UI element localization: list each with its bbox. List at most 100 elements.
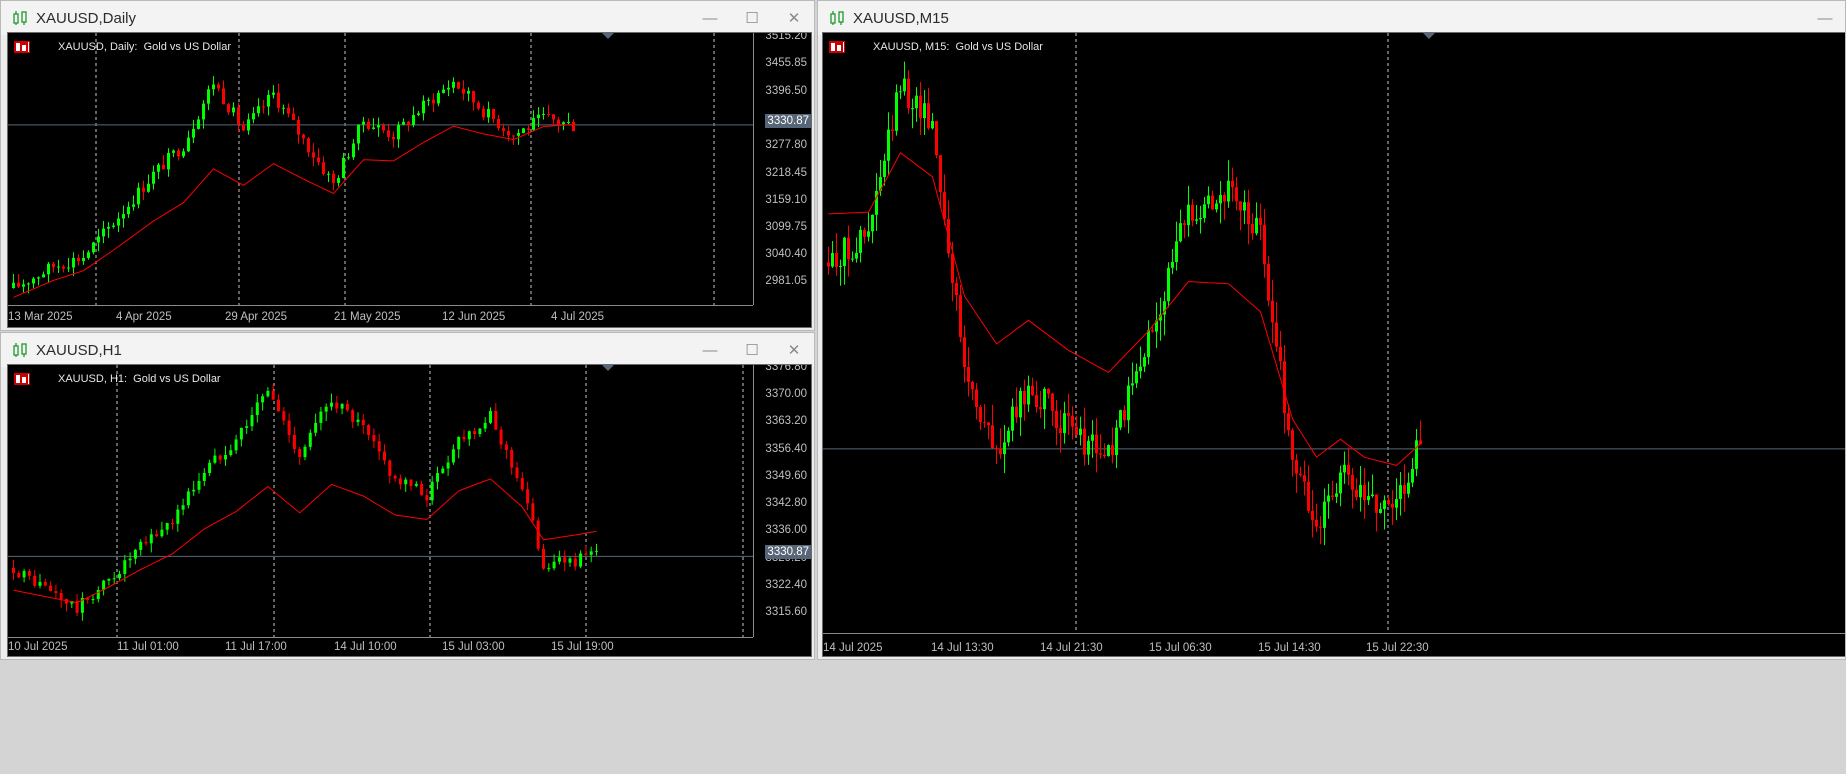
candle-body [47, 263, 50, 275]
candle-body [1027, 385, 1030, 405]
candle-body [863, 229, 866, 237]
window-titlebar[interactable]: XAUUSD,Daily — ☐ ✕ [1, 1, 814, 35]
time-tick: 29 Apr 2025 [225, 311, 288, 323]
candle-body [887, 129, 890, 161]
candle-body [17, 282, 20, 287]
candle-body [557, 557, 561, 562]
candle-body [432, 99, 435, 104]
window-m15[interactable]: XAUUSD,M15 — XAUUSD, M15: Gold vs US Dol… [817, 0, 1846, 660]
candle-body [1131, 383, 1134, 386]
chart-canvas[interactable]: XAUUSD, H1: Gold vs US Dollar 3376.80 33… [7, 364, 812, 657]
candle-body [520, 478, 524, 490]
candle-body [1223, 194, 1226, 202]
candle-body [843, 237, 846, 267]
candle-body [287, 420, 291, 435]
candle-body [959, 295, 962, 338]
time-tick: 15 Jul 06:30 [1149, 642, 1212, 654]
candle-body [1379, 509, 1382, 513]
minimize-button[interactable]: — [700, 8, 720, 28]
candle-body [372, 434, 376, 442]
candle-body [531, 503, 535, 521]
candle-body [186, 491, 190, 506]
shift-marker-icon[interactable] [602, 33, 614, 39]
time-tick: 13 Mar 2025 [8, 311, 73, 323]
candle-body [1339, 472, 1342, 494]
candle-body [91, 599, 95, 601]
candle-body [255, 402, 259, 416]
minimize-button[interactable]: — [700, 340, 720, 360]
candle-body [407, 121, 410, 126]
candle-body [477, 102, 480, 109]
maximize-button[interactable]: ☐ [742, 340, 762, 360]
candle-body [192, 128, 195, 138]
candle-body [562, 122, 565, 125]
candle-body [102, 228, 105, 237]
candle-body [1147, 330, 1150, 358]
candle-body [542, 548, 545, 569]
candle-body [1075, 426, 1078, 436]
window-titlebar[interactable]: XAUUSD,M15 — [818, 1, 1845, 35]
candle-body [177, 150, 180, 157]
candle-body [245, 426, 249, 428]
candle-body [436, 473, 439, 482]
window-titlebar[interactable]: XAUUSD,H1 — ☐ ✕ [1, 333, 814, 367]
candle-body [1343, 464, 1346, 473]
candle-body [919, 95, 922, 119]
candle-body [891, 129, 894, 131]
candle-body [282, 107, 285, 109]
candle-body [552, 561, 556, 569]
minimize-button[interactable]: — [1815, 8, 1835, 28]
candle-body [1363, 484, 1366, 501]
candle-body [49, 585, 53, 592]
candle-body [187, 137, 190, 152]
candle-body [54, 591, 58, 594]
candle-body [971, 381, 974, 390]
candle-body [1295, 459, 1298, 474]
candle-body [589, 551, 593, 555]
candle-body [107, 578, 111, 581]
candle-body [312, 152, 315, 158]
candle-body [133, 549, 137, 559]
time-tick: 14 Jul 13:30 [931, 642, 994, 654]
candle-body [452, 81, 455, 88]
candle-body [317, 157, 320, 163]
chart-title: XAUUSD, M15: Gold vs US Dollar [873, 41, 1043, 53]
candle-body [1047, 388, 1050, 394]
candle-body [303, 446, 307, 458]
candle-body [12, 567, 15, 574]
candle-body [473, 431, 477, 435]
candle-body [377, 125, 380, 128]
candle-body [547, 568, 551, 570]
candle-body [227, 104, 230, 113]
price-tick: 3099.75 [765, 221, 807, 233]
candle-body [397, 124, 400, 140]
candle-body [1171, 262, 1174, 268]
symbol-icon [829, 41, 867, 53]
candlestick-chart [8, 365, 754, 638]
window-h1[interactable]: XAUUSD,H1 — ☐ ✕ XAUUSD, H1: Gold vs US D… [0, 332, 815, 660]
candle-body [222, 88, 225, 105]
candle-body [342, 157, 345, 179]
chart-canvas[interactable]: XAUUSD, Daily: Gold vs US Dollar 3515.20… [7, 32, 812, 328]
window-daily[interactable]: XAUUSD,Daily — ☐ ✕ XAUUSD, Daily: Gold v… [0, 0, 815, 331]
candle-body [337, 178, 340, 183]
chart-canvas[interactable]: XAUUSD, M15: Gold vs US Dollar 14 Jul 20… [822, 32, 1845, 657]
candle-body [1271, 300, 1274, 323]
maximize-button[interactable]: ☐ [742, 8, 762, 28]
close-button[interactable]: ✕ [784, 8, 804, 28]
shift-marker-icon[interactable] [602, 365, 614, 371]
symbol-icon [14, 373, 52, 385]
close-button[interactable]: ✕ [784, 340, 804, 360]
shift-marker-icon[interactable] [1423, 33, 1435, 39]
candle-body [59, 593, 63, 600]
candle-body [1179, 223, 1182, 242]
candle-body [213, 455, 217, 463]
candle-body [292, 113, 295, 120]
candle-body [568, 558, 572, 563]
candle-body [92, 242, 95, 253]
candle-body [412, 115, 415, 126]
candle-body [118, 573, 121, 579]
candle-body [883, 160, 886, 178]
candle-body [441, 468, 445, 474]
candle-body [22, 284, 25, 287]
